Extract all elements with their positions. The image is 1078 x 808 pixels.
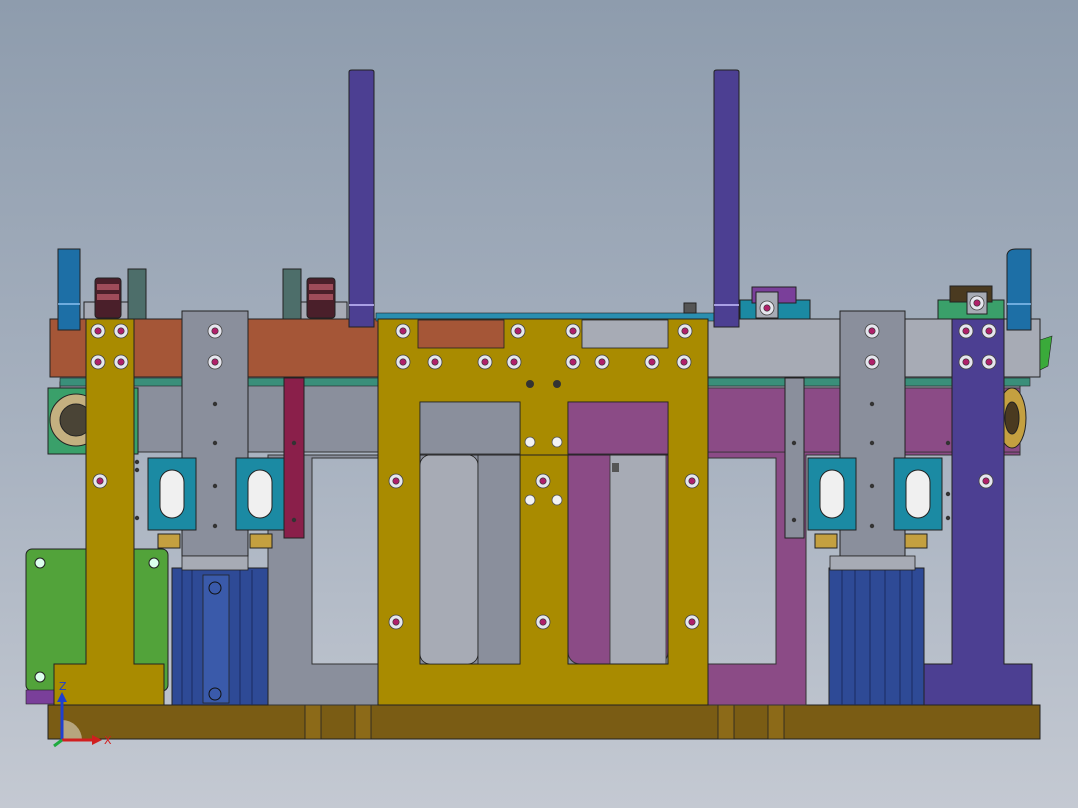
gray-bracket-left[interactable] [181,310,249,571]
z-axis-label: Z [59,680,67,693]
base-plate[interactable] [47,704,1041,740]
maroon-link-bar[interactable] [283,377,305,539]
clamp-lever-left[interactable] [57,248,81,331]
cad-viewport[interactable]: Z X [0,0,1078,808]
roller-clamp-left-b[interactable] [282,268,348,320]
coordinate-triad: Z X [53,680,112,748]
thin-gray-link-bar[interactable] [784,377,805,539]
gray-bracket-right[interactable] [829,310,916,571]
y-axis-arrow [53,738,63,748]
fixture-assembly-model[interactable] [0,0,1078,808]
pneumatic-cylinder-left[interactable] [171,567,269,706]
purple-guide-rod-right[interactable] [713,69,740,328]
roller-clamp-left-a[interactable] [83,268,147,320]
purple-guide-rod-left[interactable] [348,69,375,328]
x-axis-label: X [104,734,112,747]
clamp-lever-right[interactable] [1006,248,1032,331]
roller-clamp-right[interactable] [937,285,1005,320]
triad-quarter-disc [62,720,82,740]
pneumatic-cylinder-right[interactable] [828,567,925,706]
